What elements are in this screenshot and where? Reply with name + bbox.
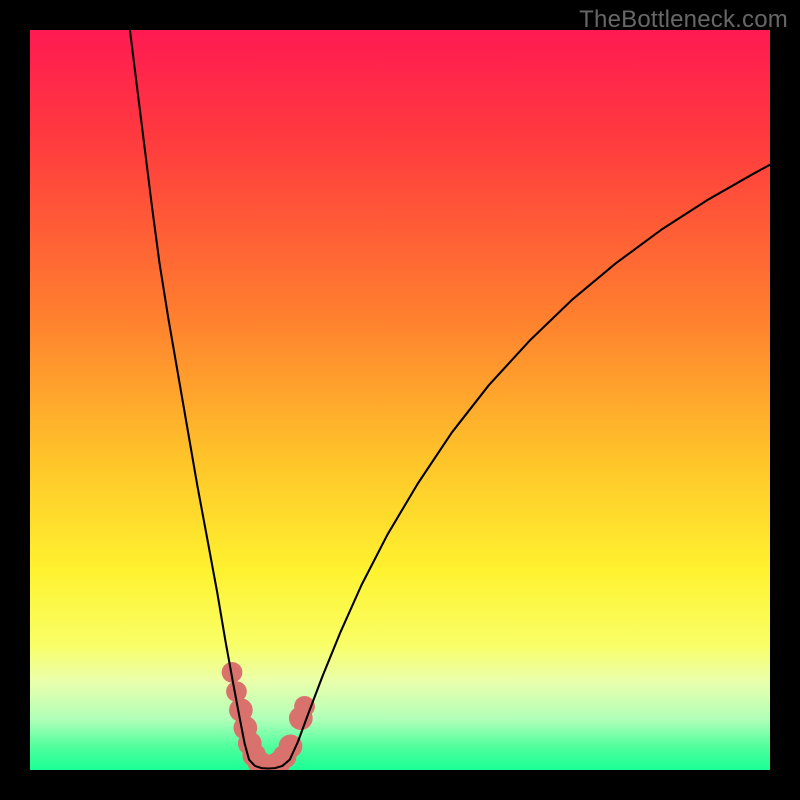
plot-area	[30, 30, 770, 770]
chart-frame: TheBottleneck.com	[0, 0, 800, 800]
marker-group	[222, 662, 315, 770]
bottleneck-curve	[130, 30, 770, 769]
curve-layer	[30, 30, 770, 770]
